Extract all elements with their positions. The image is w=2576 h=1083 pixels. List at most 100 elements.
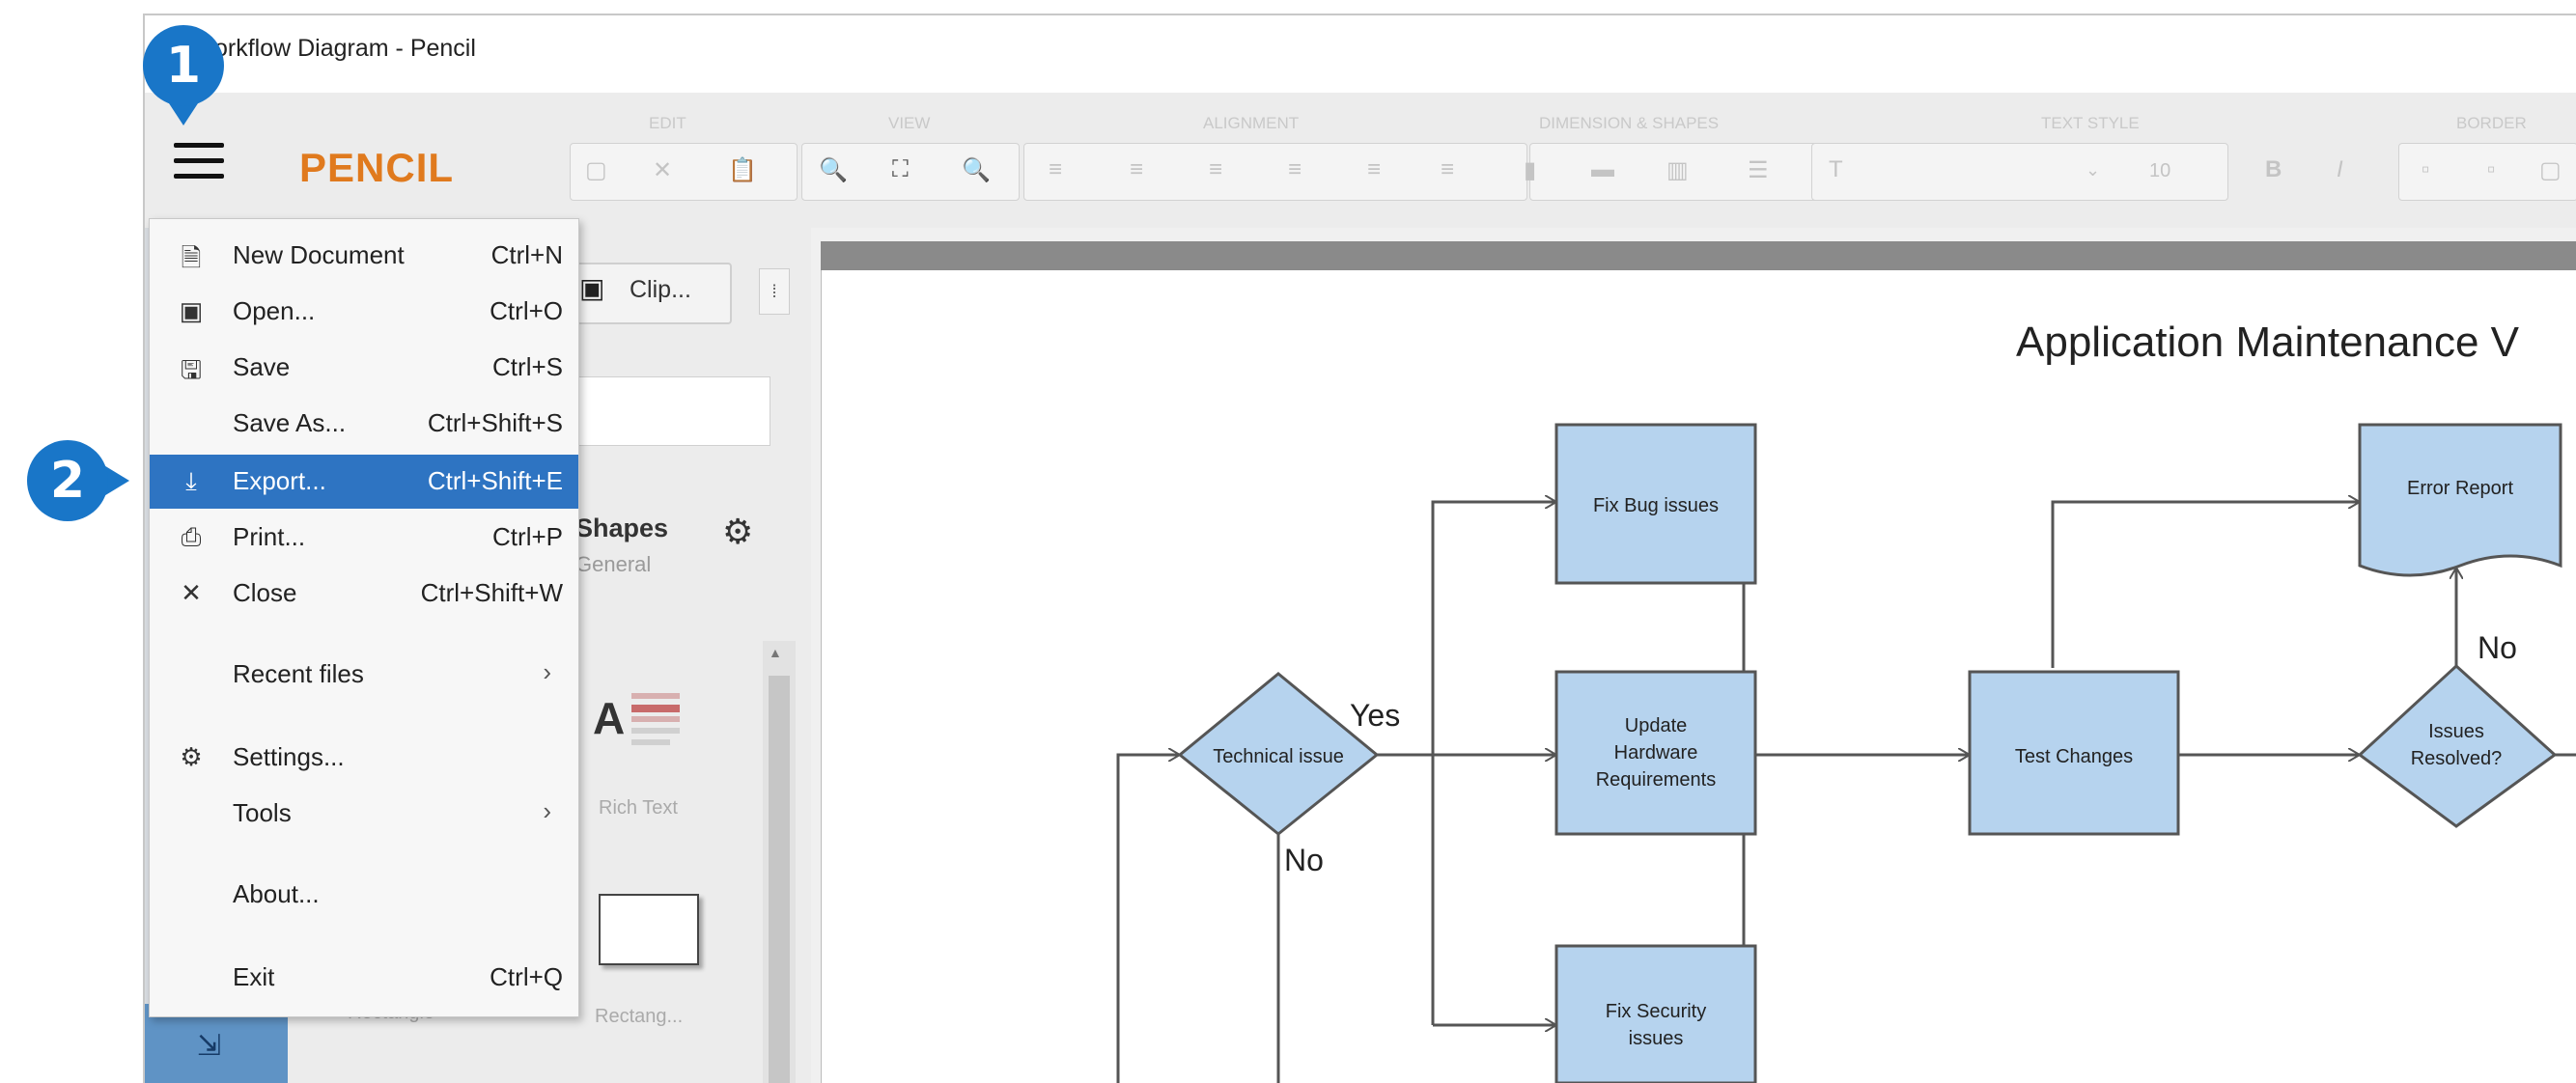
node-error-report [2358, 423, 2562, 577]
menu-item-label: Close [233, 578, 297, 607]
step-2-callout: 2 [27, 440, 108, 521]
menu-item-recent-files[interactable]: Recent files › [150, 648, 578, 702]
distribute-h-icon[interactable]: ▥ [1666, 156, 1689, 184]
align-center-icon[interactable]: ≡ [1130, 156, 1143, 183]
node-update-label-1: Update [1625, 715, 1688, 736]
menu-item-exit[interactable]: Exit Ctrl+Q [150, 951, 578, 1005]
menu-item-new-document[interactable]: 🗎 New Document Ctrl+N [150, 229, 578, 283]
shapes-scroll-thumb[interactable] [769, 676, 790, 1083]
font-dropdown-arrow-icon[interactable]: ⌄ [2086, 160, 2100, 180]
chevron-right-icon: › [543, 796, 551, 825]
border-style-icon[interactable]: ▫ [2422, 156, 2430, 183]
svg-text:A: A [593, 693, 625, 743]
menu-item-label: Exit [233, 962, 275, 991]
menu-item-shortcut: Ctrl+Shift+W [420, 578, 563, 607]
edge-label-no-resolved: No [2478, 630, 2517, 665]
menu-item-shortcut: Ctrl+Shift+S [427, 408, 563, 437]
border-width-icon[interactable]: ▢ [2539, 156, 2562, 184]
text-format-icon[interactable]: T [1829, 156, 1843, 183]
align-right-icon[interactable]: ≡ [1209, 156, 1222, 183]
align-middle-icon[interactable]: ≡ [1367, 156, 1381, 183]
menu-item-export[interactable]: ⤓ Export... Ctrl+Shift+E [150, 455, 578, 509]
menu-item-about[interactable]: About... [150, 868, 578, 922]
node-test-changes-label: Test Changes [2015, 746, 2133, 767]
toolbar-group-dimension: DIMENSION & SHAPES [1539, 114, 1720, 132]
menu-item-print[interactable]: ⎙ Print... Ctrl+P [150, 511, 578, 565]
shape-search-input[interactable] [570, 376, 770, 446]
node-technical-issue-label: Technical issue [1213, 746, 1344, 767]
edge-label-yes: Yes [1350, 698, 1400, 733]
collection-subtitle: General [575, 552, 652, 576]
tab-clipart-label: Clip... [630, 276, 691, 303]
menu-item-settings[interactable]: ⚙ Settings... [150, 731, 578, 785]
step-1-callout: 1 [143, 25, 224, 106]
gear-icon: ⚙ [180, 742, 203, 771]
save-icon: 🖫 [180, 355, 203, 384]
edge-label-no-technical: No [1284, 843, 1324, 877]
menu-item-label: Print... [233, 522, 306, 551]
rich-text-shape-preview[interactable]: A [593, 687, 709, 784]
copy-icon[interactable]: ▢ [585, 156, 607, 184]
menu-item-label: Open... [233, 296, 316, 325]
chevron-right-icon: › [543, 657, 551, 686]
print-icon: ⎙ [181, 522, 202, 551]
border-color-icon[interactable]: ▫ [2487, 156, 2496, 183]
toolbar-group-view: VIEW [888, 114, 931, 132]
rich-text-shape-label: Rich Text [599, 797, 678, 819]
menu-item-shortcut: Ctrl+Q [490, 962, 563, 991]
paste-icon[interactable]: 📋 [728, 156, 757, 184]
menu-item-save[interactable]: 🖫 Save Ctrl+S [150, 341, 578, 395]
node-issues-resolved-label-1: Issues [2428, 721, 2484, 742]
hamburger-line [174, 143, 224, 148]
workflow-diagram: Fix Bug issues Update Hardware Requireme… [1116, 423, 2576, 1083]
export-icon: ⤓ [185, 466, 197, 495]
bold-icon[interactable]: B [2265, 156, 2282, 183]
menu-item-label: Export... [233, 466, 326, 495]
node-update-label-3: Requirements [1596, 769, 1717, 791]
title-bar [145, 15, 2576, 93]
panel-collapse-button[interactable]: ⁞ [759, 268, 790, 315]
menu-item-label: Save [233, 352, 291, 381]
toolbar-group-alignment: ALIGNMENT [1203, 114, 1300, 132]
main-menu-dropdown: 🗎 New Document Ctrl+N ▣ Open... Ctrl+O 🖫… [149, 218, 579, 1017]
node-fix-security-label-1: Fix Security [1606, 1001, 1706, 1022]
menu-item-shortcut: Ctrl+N [490, 240, 563, 269]
cut-icon[interactable]: ✕ [653, 156, 672, 184]
menu-item-close[interactable]: ✕ Close Ctrl+Shift+W [150, 567, 578, 621]
same-width-icon[interactable]: ▮ [1524, 156, 1536, 184]
open-icon: ▣ [179, 296, 204, 325]
scroll-up-arrow-icon[interactable]: ▲ [769, 645, 782, 660]
same-height-icon[interactable]: ▬ [1591, 156, 1614, 183]
fit-icon[interactable]: ⛶ [892, 156, 909, 183]
italic-icon[interactable]: I [2337, 156, 2343, 183]
rectangle-shape-label-2: Rectang... [595, 1006, 684, 1027]
align-left-icon[interactable]: ≡ [1049, 156, 1062, 183]
close-icon: ✕ [181, 578, 202, 607]
zoom-out-icon[interactable]: 🔍 [819, 156, 848, 184]
menu-item-shortcut: Ctrl+Shift+E [427, 466, 563, 495]
main-menu-button[interactable] [174, 143, 224, 183]
menu-item-tools[interactable]: Tools › [150, 787, 578, 841]
edge-test-to-error [2051, 502, 2360, 668]
menu-item-label: Recent files [233, 659, 364, 688]
menu-item-shortcut: Ctrl+O [490, 296, 563, 325]
clipart-icon: ▣ [579, 273, 605, 303]
rectangle-shape-preview[interactable] [599, 894, 699, 965]
edge-start-to-technical [1116, 755, 1180, 1083]
node-fix-bug-label: Fix Bug issues [1593, 495, 1719, 516]
node-update-label-2: Hardware [1614, 742, 1698, 764]
menu-item-save-as[interactable]: Save As... Ctrl+Shift+S [150, 397, 578, 451]
font-size-field[interactable]: 10 [2149, 160, 2170, 182]
align-top-icon[interactable]: ≡ [1288, 156, 1302, 183]
edge-branch-trunk [1431, 502, 1556, 1025]
distribute-v-icon[interactable]: ☰ [1748, 156, 1769, 184]
menu-item-label: New Document [233, 240, 405, 269]
menu-item-open[interactable]: ▣ Open... Ctrl+O [150, 285, 578, 339]
node-error-report-label: Error Report [2407, 478, 2513, 499]
align-bottom-icon[interactable]: ≡ [1441, 156, 1454, 183]
collection-settings-icon[interactable]: ⚙ [722, 512, 753, 552]
menu-item-label: Tools [233, 798, 292, 827]
zoom-in-icon[interactable]: 🔍 [962, 156, 991, 184]
canvas-ruler [821, 241, 2576, 270]
collection-item-icon: ⇲ [197, 1030, 222, 1062]
